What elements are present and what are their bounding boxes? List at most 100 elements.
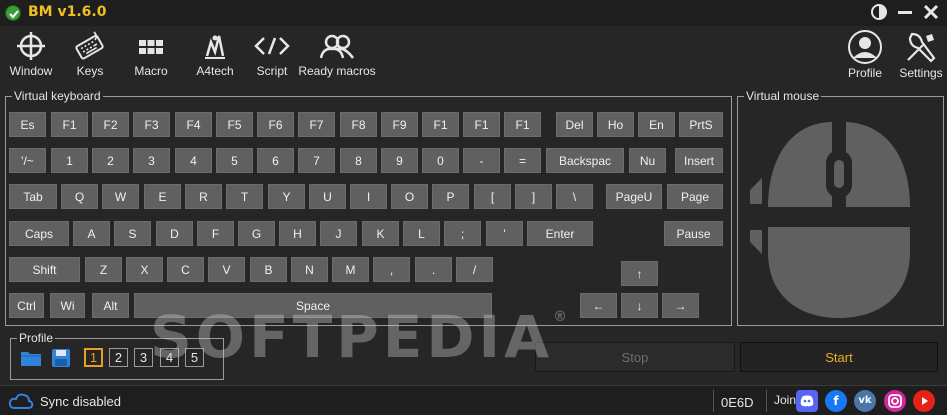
discord-icon[interactable] — [796, 390, 818, 412]
key-f6[interactable]: F6 — [257, 112, 294, 137]
key-alt[interactable]: Alt — [92, 293, 129, 318]
key-c[interactable]: C — [167, 257, 204, 282]
key-h[interactable]: H — [279, 221, 316, 246]
key-backspace[interactable]: Backspac — [546, 148, 624, 173]
toolbar-settings-button[interactable]: Settings — [896, 30, 946, 82]
key-p[interactable]: P — [432, 184, 469, 209]
key-page-up[interactable]: PageU — [606, 184, 662, 209]
mouse-side-button-upper[interactable] — [750, 178, 762, 204]
key-j[interactable]: J — [320, 221, 357, 246]
vk-icon[interactable]: vk — [854, 390, 876, 412]
key-f8[interactable]: F8 — [340, 112, 377, 137]
key-y[interactable]: Y — [268, 184, 305, 209]
close-icon[interactable] — [922, 3, 940, 21]
key-esc[interactable]: Es — [9, 112, 46, 137]
key-ctrl[interactable]: Ctrl — [9, 293, 44, 318]
key-4[interactable]: 4 — [175, 148, 212, 173]
key-equals[interactable]: = — [504, 148, 541, 173]
key-f4[interactable]: F4 — [175, 112, 212, 137]
mouse-left-button[interactable] — [768, 122, 832, 207]
profile-slot-1[interactable]: 1 — [84, 348, 103, 367]
toolbar-script-button[interactable]: Script — [252, 30, 292, 82]
key-r[interactable]: R — [185, 184, 222, 209]
key-8[interactable]: 8 — [340, 148, 377, 173]
key-o[interactable]: O — [391, 184, 428, 209]
key-left-bracket[interactable]: [ — [474, 184, 511, 209]
key-arrow-down[interactable]: ↓ — [621, 293, 658, 318]
key-n[interactable]: N — [291, 257, 328, 282]
key-k[interactable]: K — [362, 221, 399, 246]
key-l[interactable]: L — [403, 221, 440, 246]
key-home[interactable]: Ho — [597, 112, 634, 137]
key-d[interactable]: D — [156, 221, 193, 246]
key-right-bracket[interactable]: ] — [515, 184, 552, 209]
key-f9[interactable]: F9 — [381, 112, 418, 137]
toolbar-a4tech-button[interactable]: A4tech — [190, 30, 240, 82]
key-a[interactable]: A — [73, 221, 110, 246]
key-u[interactable]: U — [309, 184, 346, 209]
key-5[interactable]: 5 — [216, 148, 253, 173]
key-num-lock[interactable]: Nu — [629, 148, 666, 173]
key-pause[interactable]: Pause — [664, 221, 723, 246]
key-print-screen[interactable]: PrtS — [679, 112, 723, 137]
key-1[interactable]: 1 — [51, 148, 88, 173]
key-b[interactable]: B — [250, 257, 287, 282]
instagram-icon[interactable] — [884, 390, 906, 412]
key-2[interactable]: 2 — [92, 148, 129, 173]
key-w[interactable]: W — [102, 184, 139, 209]
facebook-icon[interactable]: f — [825, 390, 847, 412]
key-3[interactable]: 3 — [133, 148, 170, 173]
theme-toggle-icon[interactable] — [870, 3, 888, 21]
key-arrow-right[interactable]: → — [662, 293, 699, 318]
key-end[interactable]: En — [638, 112, 675, 137]
mouse-side-button-lower[interactable] — [750, 230, 762, 254]
key-page-down[interactable]: Page — [667, 184, 723, 209]
key-arrow-up[interactable]: ↑ — [621, 261, 658, 286]
key-z[interactable]: Z — [85, 257, 122, 282]
toolbar-keys-button[interactable]: Keys — [70, 30, 110, 82]
key-i[interactable]: I — [350, 184, 387, 209]
key-tab[interactable]: Tab — [9, 184, 57, 209]
toolbar-window-button[interactable]: Window — [6, 30, 56, 82]
key-f12[interactable]: F1 — [504, 112, 541, 137]
key-f[interactable]: F — [197, 221, 234, 246]
toolbar-ready-macros-button[interactable]: Ready macros — [294, 30, 380, 82]
key-backslash[interactable]: \ — [556, 184, 593, 209]
key-semicolon[interactable]: ; — [444, 221, 481, 246]
key-arrow-left[interactable]: ← — [580, 293, 617, 318]
key-g[interactable]: G — [238, 221, 275, 246]
key-delete[interactable]: Del — [556, 112, 593, 137]
key-s[interactable]: S — [114, 221, 151, 246]
key-minus[interactable]: - — [463, 148, 500, 173]
key-f7[interactable]: F7 — [298, 112, 335, 137]
youtube-icon[interactable] — [913, 390, 935, 412]
key-enter[interactable]: Enter — [527, 221, 593, 246]
key-f1[interactable]: F1 — [51, 112, 88, 137]
save-disk-icon[interactable] — [51, 348, 71, 373]
toolbar-profile-button[interactable]: Profile — [844, 30, 886, 82]
key-e[interactable]: E — [144, 184, 181, 209]
key-f11[interactable]: F1 — [463, 112, 500, 137]
key-f10[interactable]: F1 — [422, 112, 459, 137]
key-m[interactable]: M — [332, 257, 369, 282]
key-7[interactable]: 7 — [298, 148, 335, 173]
key-f2[interactable]: F2 — [92, 112, 129, 137]
key-insert[interactable]: Insert — [675, 148, 723, 173]
key-backtick[interactable]: '/~ — [9, 148, 46, 173]
key-period[interactable]: . — [415, 257, 452, 282]
key-q[interactable]: Q — [61, 184, 98, 209]
key-comma[interactable]: , — [373, 257, 410, 282]
mouse-right-button[interactable] — [846, 122, 910, 207]
profile-slot-2[interactable]: 2 — [109, 348, 128, 367]
key-windows[interactable]: Wi — [50, 293, 85, 318]
toolbar-macro-button[interactable]: Macro — [128, 30, 174, 82]
start-button[interactable]: Start — [740, 342, 938, 372]
key-t[interactable]: T — [226, 184, 263, 209]
key-9[interactable]: 9 — [381, 148, 418, 173]
key-x[interactable]: X — [126, 257, 163, 282]
key-f3[interactable]: F3 — [133, 112, 170, 137]
key-f5[interactable]: F5 — [216, 112, 253, 137]
key-6[interactable]: 6 — [257, 148, 294, 173]
minimize-icon[interactable] — [896, 3, 914, 21]
key-v[interactable]: V — [208, 257, 245, 282]
